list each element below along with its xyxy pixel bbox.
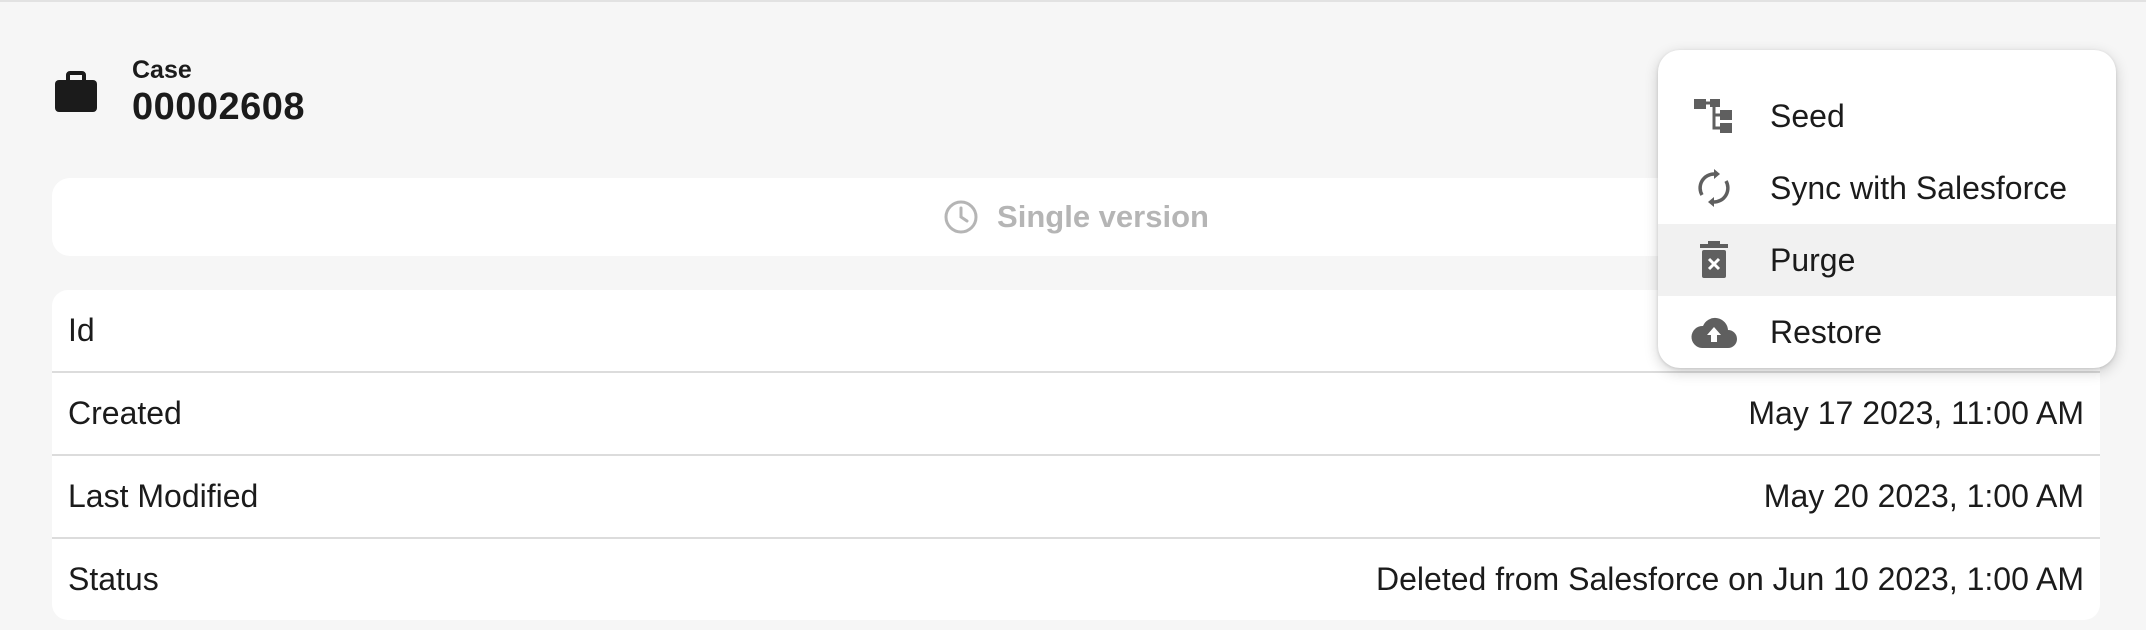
detail-label: Status (68, 561, 159, 597)
window-top-border (0, 0, 2146, 2)
clock-icon (943, 199, 979, 235)
menu-item-restore[interactable]: Restore (1658, 296, 2116, 368)
menu-item-seed[interactable]: Seed (1658, 80, 2116, 152)
briefcase-icon (54, 68, 98, 116)
sync-icon (1690, 164, 1738, 212)
detail-row-last-modified: Last Modified May 20 2023, 1:00 AM (52, 456, 2100, 539)
detail-row-created: Created May 17 2023, 11:00 AM (52, 373, 2100, 456)
detail-label: Created (68, 395, 182, 431)
menu-item-label: Purge (1770, 241, 1856, 278)
trash-icon (1690, 236, 1738, 284)
detail-row-status: Status Deleted from Salesforce on Jun 10… (52, 539, 2100, 620)
record-type-label: Case (132, 56, 192, 84)
menu-item-purge[interactable]: Purge (1658, 224, 2116, 296)
menu-item-label: Sync with Salesforce (1770, 169, 2068, 206)
detail-value: May 20 2023, 1:00 AM (1763, 478, 2084, 514)
detail-label: Last Modified (68, 478, 259, 514)
detail-value: Deleted from Salesforce on Jun 10 2023, … (1376, 561, 2084, 597)
cloud-upload-icon (1690, 308, 1738, 356)
version-label: Single version (997, 199, 1209, 234)
detail-label: Id (68, 312, 95, 348)
menu-item-label: Restore (1770, 313, 1883, 350)
actions-menu: Seed Sync with Salesforce Purge Restore (1658, 50, 2116, 368)
detail-value: May 17 2023, 11:00 AM (1748, 395, 2084, 431)
record-number: 00002608 (132, 86, 306, 128)
record-header: Case 00002608 (54, 52, 305, 132)
menu-item-label: Seed (1770, 97, 1845, 134)
hierarchy-icon (1690, 92, 1738, 140)
menu-item-sync-with-salesforce[interactable]: Sync with Salesforce (1658, 152, 2116, 224)
